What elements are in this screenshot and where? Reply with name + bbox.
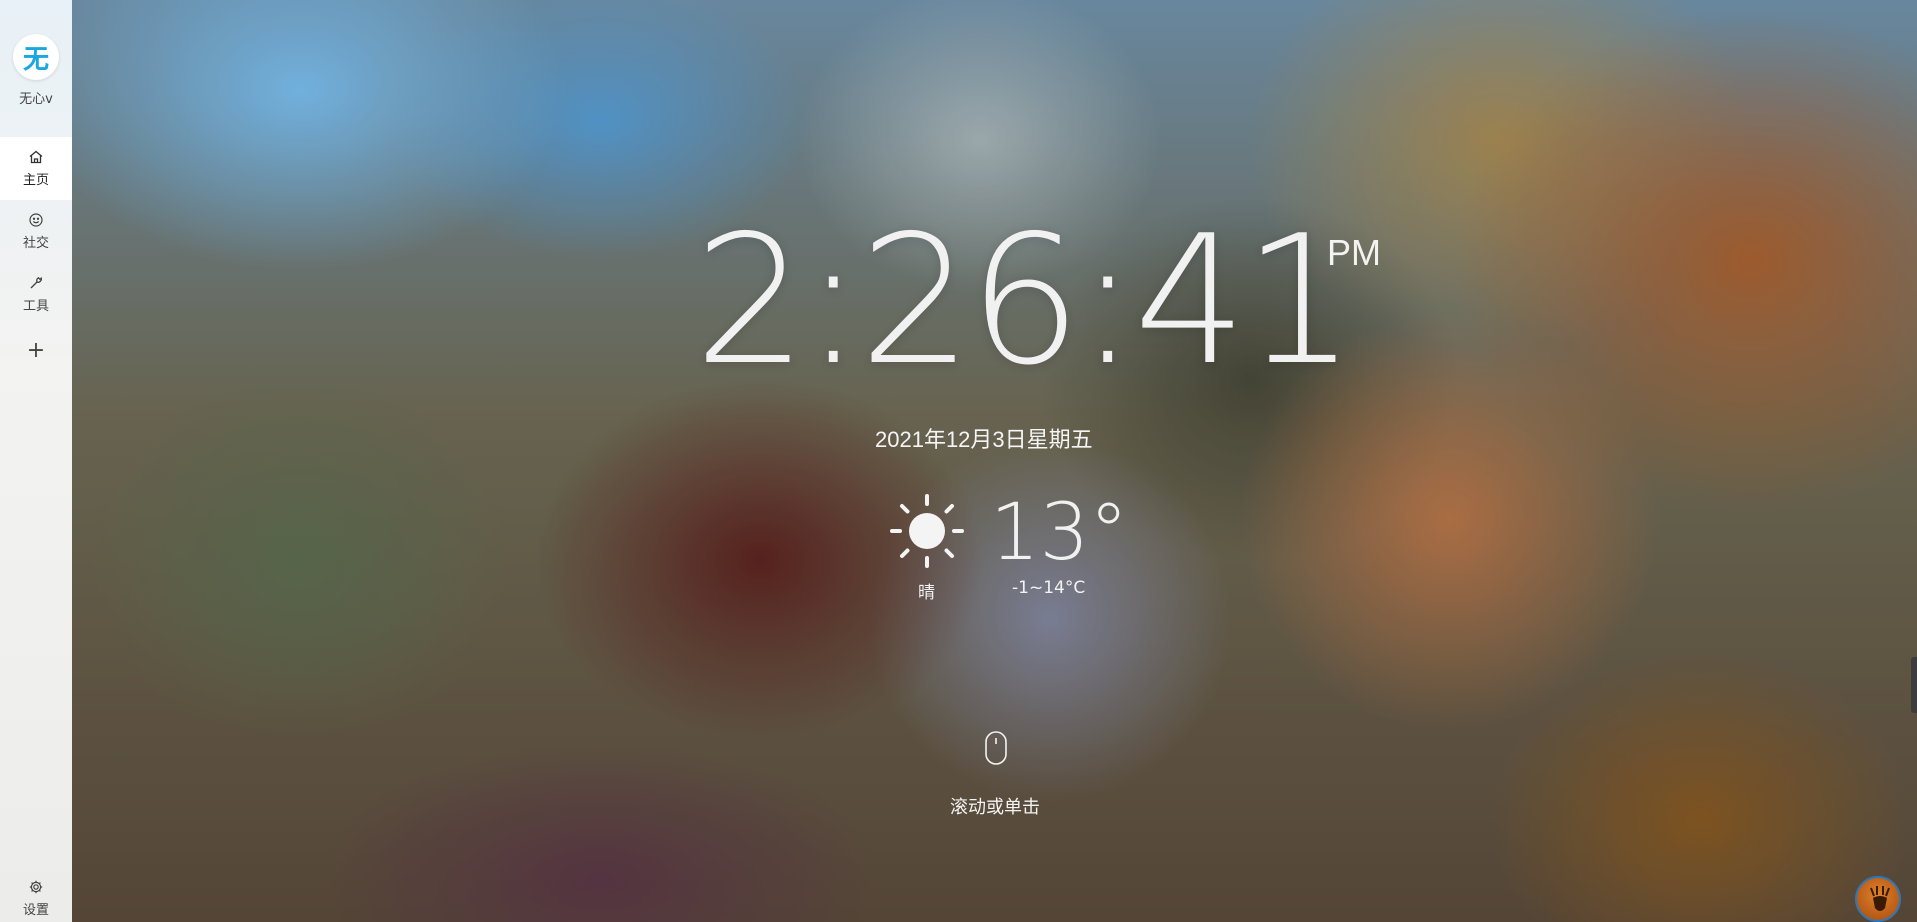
sidebar-nav: 主页 社交 工具 + [0, 137, 72, 370]
page: 无 无心v 主页 社交 工具 + 设置 2:26:41 PM 2021年12月3… [0, 0, 1917, 922]
avatar-logo: 无 [22, 44, 49, 75]
weather-temperature: 13° [990, 488, 1129, 578]
weather-range: -1~14°C [1012, 578, 1086, 598]
clock-ampm: PM [1327, 232, 1381, 273]
sidebar-item-label: 主页 [22, 173, 49, 188]
wrench-icon [30, 276, 43, 289]
deer-avatar-icon[interactable] [1855, 876, 1901, 922]
username: 无心v [19, 92, 53, 107]
settings-label: 设置 [22, 903, 49, 918]
sidebar-item-label: 工具 [22, 299, 49, 314]
home-icon [29, 150, 43, 164]
avatar[interactable]: 无 [13, 34, 59, 80]
gear-icon [29, 880, 43, 894]
sun-icon [890, 494, 964, 568]
sidebar: 无 无心v 主页 社交 工具 + 设置 [0, 0, 72, 922]
user-profile[interactable]: 无 无心v [13, 34, 59, 107]
smile-icon [29, 213, 43, 227]
clock-time: 2:26:41 [694, 197, 1356, 404]
sidebar-item-label: 社交 [22, 236, 49, 251]
date-label: 2021年12月3日星期五 [875, 427, 1093, 452]
sidebar-item-tools[interactable]: 工具 [0, 263, 72, 326]
weather-condition: 晴 [918, 583, 935, 603]
settings-button[interactable]: 设置 [0, 879, 72, 918]
sidebar-item-social[interactable]: 社交 [0, 200, 72, 263]
side-drawer-handle[interactable] [1911, 657, 1917, 713]
add-button[interactable]: + [0, 330, 72, 370]
scroll-hint[interactable]: 滚动或单击 [950, 793, 1040, 819]
sidebar-item-home[interactable]: 主页 [0, 137, 72, 200]
mouse-icon[interactable] [983, 730, 1009, 766]
